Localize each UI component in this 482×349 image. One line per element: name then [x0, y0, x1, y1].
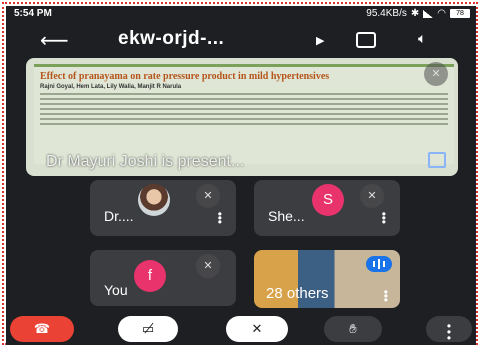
participant-name: Dr.... — [104, 208, 134, 224]
slide-text-line — [40, 123, 448, 125]
participant-name: 28 others — [266, 285, 329, 302]
volume-icon[interactable]: 🔈︎ — [418, 30, 426, 47]
mic-off-icon: ✕ — [424, 62, 448, 86]
signal-icon — [423, 9, 434, 18]
mic-off-icon: ✕ — [360, 184, 384, 208]
participant-tile[interactable]: S ✕ She... • • • — [254, 180, 400, 236]
participant-tile[interactable]: f ✕ You — [90, 250, 236, 306]
avatar — [138, 184, 170, 216]
meet-app: 5:54 PM 95.4KB/s ✱ ◠ 78 ⟵ ekw-orjd-... ▶… — [6, 6, 476, 345]
avatar: S — [312, 184, 344, 216]
presentation-tile[interactable]: Effect of pranayama on rate pressure pro… — [26, 58, 458, 176]
mic-off-icon: ✕ — [251, 321, 263, 336]
status-right: 95.4KB/s ✱ ◠ 78 — [366, 8, 470, 19]
call-header: ⟵ ekw-orjd-... ▶ 🔈︎ — [6, 24, 476, 56]
end-call-icon: ☎ — [33, 321, 51, 336]
slide-text-line — [40, 93, 448, 95]
mic-off-icon: ✕ — [196, 254, 220, 278]
shared-slide: Effect of pranayama on rate pressure pro… — [34, 64, 454, 164]
slide-text-line — [40, 113, 448, 115]
speaking-icon — [366, 256, 392, 272]
arrow-left-icon[interactable]: ⟵ — [40, 28, 69, 53]
fullscreen-icon[interactable] — [428, 152, 446, 168]
participant-name: She... — [268, 208, 305, 224]
end-call-button[interactable]: ☎ — [10, 316, 74, 342]
status-bar: 5:54 PM 95.4KB/s ✱ ◠ 78 — [6, 6, 476, 22]
status-time: 5:54 PM — [14, 8, 52, 19]
meeting-code: ekw-orjd-... — [118, 28, 225, 49]
slide-header-bar — [34, 64, 454, 67]
more-vertical-icon[interactable]: • • • — [382, 208, 386, 228]
slide-text-line — [40, 103, 448, 105]
participant-tile[interactable]: 28 others • • • — [254, 250, 400, 308]
participant-tile[interactable]: ✕ Dr.... • • • — [90, 180, 236, 236]
camera-toggle-button[interactable]: ▭̸ — [118, 316, 178, 342]
raise-hand-button[interactable]: ✋︎ — [324, 316, 382, 342]
mic-toggle-button[interactable]: ✕ — [226, 316, 288, 342]
avatar: f — [134, 260, 166, 292]
mic-off-icon: ✕ — [196, 184, 220, 208]
net-speed: 95.4KB/s — [366, 8, 407, 19]
raise-hand-icon: ✋︎ — [349, 321, 357, 336]
slide-authors: Rajni Goyal, Hem Lata, Lily Walia, Manji… — [40, 84, 182, 90]
slide-text-line — [40, 108, 448, 110]
switch-camera-icon[interactable] — [356, 32, 376, 48]
more-vertical-icon: • • • — [446, 319, 452, 345]
wifi-icon: ◠ — [437, 8, 446, 19]
participant-name: You — [104, 282, 128, 298]
presenter-label: Dr Mayuri Joshi is present... — [46, 153, 245, 170]
bluetooth-icon: ✱ — [410, 8, 420, 19]
cast-icon[interactable]: ▶ — [316, 34, 324, 47]
battery-icon: 78 — [450, 9, 470, 18]
more-vertical-icon[interactable]: • • • — [384, 286, 388, 306]
slide-text-line — [40, 98, 448, 100]
more-options-button[interactable]: • • • — [426, 316, 472, 345]
slide-text-line — [40, 118, 448, 120]
more-vertical-icon[interactable]: • • • — [218, 208, 222, 228]
camera-off-icon: ▭̸ — [141, 321, 155, 336]
slide-title: Effect of pranayama on rate pressure pro… — [40, 71, 330, 82]
